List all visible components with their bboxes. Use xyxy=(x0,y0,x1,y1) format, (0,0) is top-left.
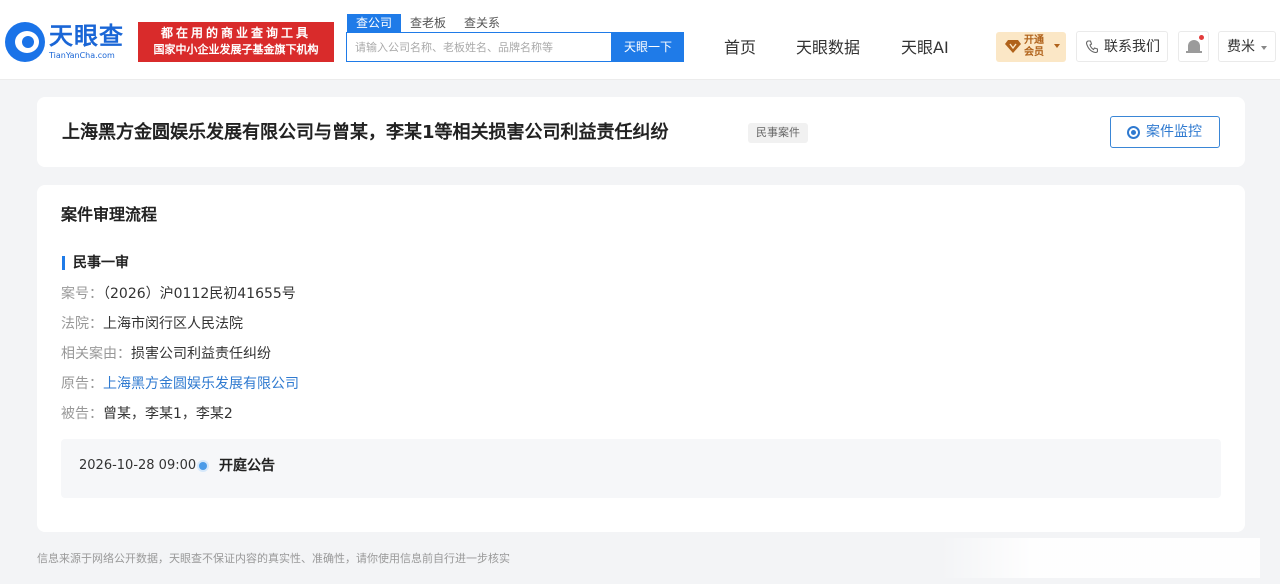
field-value: （2026）沪0112民初41655号 xyxy=(103,286,296,302)
nav-tianyan-data[interactable]: 天眼数据 xyxy=(796,38,860,58)
monitor-icon xyxy=(1127,126,1140,139)
logo-name: 天眼查 xyxy=(49,22,124,50)
event-time: 2026-10-28 09:00 xyxy=(79,458,197,473)
timeline-event: 2026-10-28 09:00 开庭公告 xyxy=(61,439,1221,498)
field-label: 原告： xyxy=(61,376,103,392)
chevron-down-icon xyxy=(1261,46,1267,50)
field-value: 上海市闵行区人民法院 xyxy=(103,316,243,332)
search-tab-company[interactable]: 查公司 xyxy=(347,14,402,32)
diamond-icon xyxy=(1005,40,1021,53)
user-name: 费米 xyxy=(1227,39,1255,55)
notification-button[interactable] xyxy=(1178,31,1209,62)
watermark-overlay xyxy=(940,538,1260,578)
contact-us-button[interactable]: 联系我们 xyxy=(1076,31,1168,62)
field-label: 案号： xyxy=(61,286,103,302)
case-type-tag: 民事案件 xyxy=(748,123,808,143)
user-menu[interactable]: 费米 xyxy=(1218,31,1276,62)
search-tab-relation[interactable]: 查关系 xyxy=(455,14,509,32)
slogan-line-1: 都在用的商业查询工具 xyxy=(160,26,311,40)
slogan-line-2: 国家中小企业发展子基金旗下机构 xyxy=(153,43,319,56)
field-case-number: 案号：（2026）沪0112民初41655号 xyxy=(61,284,296,304)
contact-us-label: 联系我们 xyxy=(1104,39,1160,55)
nav-tianyan-ai[interactable]: 天眼AI xyxy=(901,38,949,58)
plaintiff-link[interactable]: 上海黑方金圆娱乐发展有限公司 xyxy=(103,376,299,392)
field-label: 法院： xyxy=(61,316,103,332)
field-plaintiff: 原告：上海黑方金圆娱乐发展有限公司 xyxy=(61,374,299,394)
field-label: 相关案由： xyxy=(61,346,131,362)
case-process-card: 案件审理流程 民事一审 案号：（2026）沪0112民初41655号 法院：上海… xyxy=(37,185,1245,532)
case-monitor-button[interactable]: 案件监控 xyxy=(1110,116,1220,148)
case-title-card: 上海黑方金圆娱乐发展有限公司与曾某，李某1等相关损害公司利益责任纠纷 民事案件 … xyxy=(37,97,1245,167)
logo-domain: TianYanCha.com xyxy=(49,51,115,60)
stage-title: 民事一审 xyxy=(73,255,129,271)
field-value: 曾某，李某1，李某2 xyxy=(103,406,233,422)
search-box xyxy=(346,32,612,62)
case-monitor-label: 案件监控 xyxy=(1146,124,1202,140)
field-defendant: 被告：曾某，李某1，李某2 xyxy=(61,404,233,424)
field-value: 损害公司利益责任纠纷 xyxy=(131,346,271,362)
field-court: 法院：上海市闵行区人民法院 xyxy=(61,314,243,334)
top-header: 天眼查 TianYanCha.com 都在用的商业查询工具 国家中小企业发展子基… xyxy=(0,0,1280,80)
timeline-dot-icon xyxy=(199,462,207,470)
section-title: 案件审理流程 xyxy=(61,205,158,224)
nav-home[interactable]: 首页 xyxy=(724,38,756,58)
phone-icon xyxy=(1086,40,1098,53)
bell-icon-base xyxy=(1186,51,1202,53)
field-cause: 相关案由：损害公司利益责任纠纷 xyxy=(61,344,271,364)
footer-disclaimer: 信息来源于网络公开数据，天眼查不保证内容的真实性、准确性，请你使用信息前自行进一… xyxy=(37,552,510,565)
search-button[interactable]: 天眼一下 xyxy=(612,32,684,62)
stage-marker xyxy=(62,256,65,270)
slogan-banner[interactable]: 都在用的商业查询工具 国家中小企业发展子基金旗下机构 xyxy=(138,22,334,62)
eye-logo-icon xyxy=(5,22,45,62)
tianyancha-logo[interactable]: 天眼查 TianYanCha.com xyxy=(5,22,135,64)
unread-dot xyxy=(1199,35,1204,40)
vip-button[interactable]: 开通会员 xyxy=(996,32,1066,62)
event-title[interactable]: 开庭公告 xyxy=(219,456,275,476)
search-tabs: 查公司 查老板 查关系 xyxy=(347,14,509,32)
field-label: 被告： xyxy=(61,406,103,422)
vip-label: 开通会员 xyxy=(1024,35,1044,58)
search-tab-boss[interactable]: 查老板 xyxy=(401,14,455,32)
chevron-down-icon xyxy=(1054,44,1060,48)
search-input[interactable] xyxy=(347,33,611,61)
case-title: 上海黑方金圆娱乐发展有限公司与曾某，李某1等相关损害公司利益责任纠纷 xyxy=(62,122,669,143)
